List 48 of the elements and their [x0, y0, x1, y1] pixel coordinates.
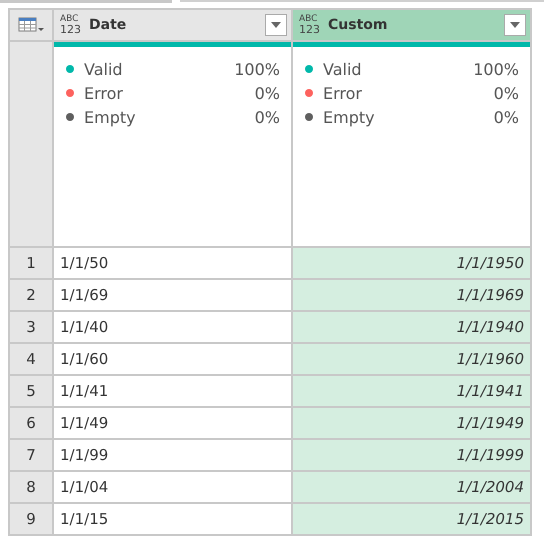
row-number: 7	[10, 440, 52, 470]
table-cell: 1/1/1950	[293, 248, 530, 278]
stat-label: Valid	[84, 60, 124, 78]
table-cell: 1/1/04	[54, 472, 291, 502]
table-cell: 1/1/1941	[293, 376, 530, 406]
caret-icon	[510, 22, 520, 28]
table-cell: 1/1/41	[54, 376, 291, 406]
table-cell: 1/1/40	[54, 312, 291, 342]
filter-dropdown[interactable]	[504, 14, 526, 36]
table-cell: 1/1/1940	[293, 312, 530, 342]
row-number: 1	[10, 248, 52, 278]
stat-label: Error	[323, 84, 363, 102]
row-number: 9	[10, 504, 52, 534]
row-number: 2	[10, 280, 52, 310]
table-cell: 1/1/1949	[293, 408, 530, 438]
stat-value: 0%	[254, 108, 280, 126]
type-label: ABC 123	[299, 15, 320, 35]
table-menu-icon[interactable]	[18, 16, 44, 34]
column-name: Date	[89, 17, 128, 33]
table-cell: 1/1/1969	[293, 280, 530, 310]
table-cell: 1/1/60	[54, 344, 291, 374]
stat-label: Empty	[84, 108, 137, 126]
table-cell: 1/1/50	[54, 248, 291, 278]
stat-label: Valid	[323, 60, 363, 78]
table-cell: 1/1/69	[54, 280, 291, 310]
stat-value: 0%	[494, 84, 519, 102]
table-cell: 1/1/2015	[293, 504, 530, 534]
row-number: 4	[10, 344, 52, 374]
type-label: ABC 123	[60, 15, 81, 35]
column-name: Custom	[328, 17, 388, 33]
row-number: 6	[10, 408, 52, 438]
table-cell: 1/1/1960	[293, 344, 530, 374]
table-cell: 1/1/2004	[293, 472, 530, 502]
stat-value: 0%	[254, 84, 280, 102]
table-cell: 1/1/1999	[293, 440, 530, 470]
stat-value: 0%	[494, 108, 519, 126]
caret-icon	[271, 22, 281, 28]
stat-label: Empty	[323, 108, 376, 126]
table-cell: 1/1/49	[54, 408, 291, 438]
stat-value: 100%	[234, 60, 280, 78]
row-number: 5	[10, 376, 52, 406]
filter-dropdown[interactable]	[265, 14, 287, 36]
stat-label: Error	[84, 84, 124, 102]
row-number: 8	[10, 472, 52, 502]
table-cell: 1/1/99	[54, 440, 291, 470]
row-number: 3	[10, 312, 52, 342]
stat-value: 100%	[473, 60, 519, 78]
table-cell: 1/1/15	[54, 504, 291, 534]
